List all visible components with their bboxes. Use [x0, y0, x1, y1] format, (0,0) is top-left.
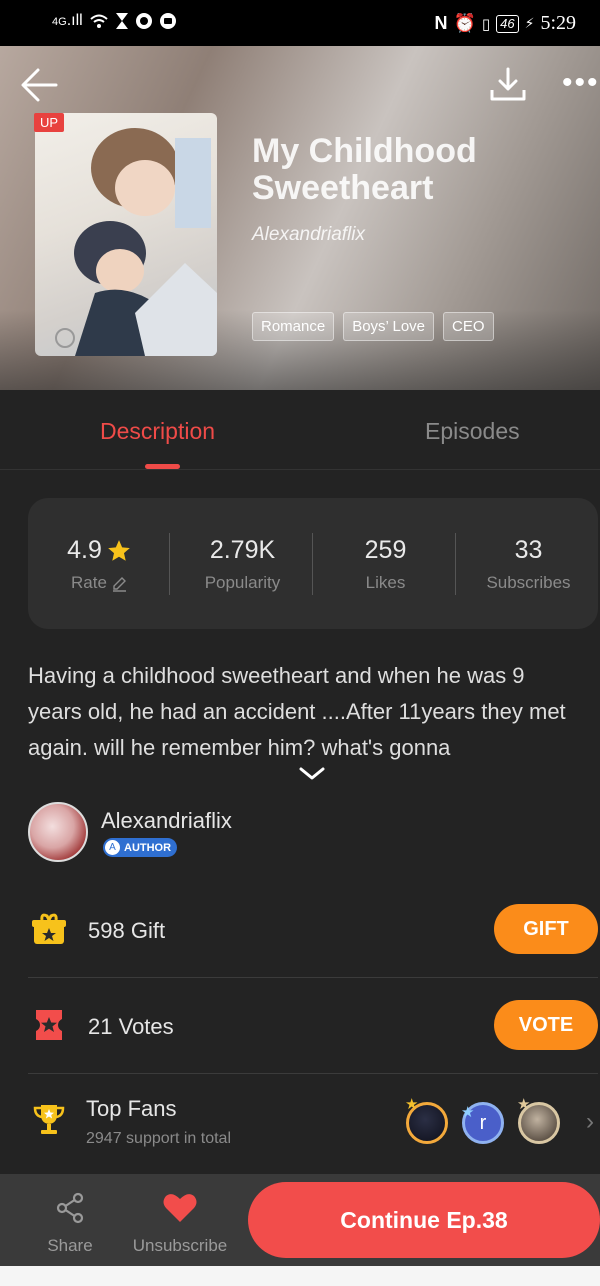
- whatsapp-icon: [135, 13, 152, 29]
- vote-label: Votes: [118, 1014, 174, 1039]
- crown-icon: ★: [517, 1096, 531, 1113]
- stat-popularity-value: 2.79K: [209, 536, 276, 564]
- author-badge: A AUTHOR: [103, 838, 178, 857]
- vote-count-text: 21 Votes: [88, 1014, 174, 1040]
- book-title: My Childhood Sweetheart: [252, 132, 477, 207]
- stat-popularity-label: Popularity: [204, 573, 281, 592]
- clock: 5:29: [540, 12, 576, 34]
- chevron-right-icon[interactable]: ›: [586, 1108, 594, 1136]
- battery-icon: 46: [496, 14, 519, 33]
- stat-rate[interactable]: 4.9 Rate: [28, 536, 171, 593]
- vote-row: 21 Votes VOTE: [28, 978, 598, 1074]
- stat-likes-label: Likes: [365, 573, 406, 592]
- stat-popularity: 2.79K Popularity: [171, 536, 314, 593]
- stat-divider: [312, 533, 313, 595]
- active-tab-indicator: [145, 464, 180, 469]
- gift-label: Gift: [130, 918, 166, 943]
- stat-subscribes: 33 Subscribes: [457, 536, 600, 593]
- genre-tags: Romance Boys’ Love CEO: [252, 312, 494, 341]
- fan-avatar-initial: r: [479, 1112, 487, 1134]
- avatar[interactable]: [28, 802, 88, 862]
- star-icon: [108, 539, 130, 561]
- vibrate-icon: ▯: [481, 15, 491, 33]
- chevron-down-icon[interactable]: [298, 766, 326, 782]
- more-options-icon[interactable]: •••: [562, 68, 600, 98]
- tag-boys-love[interactable]: Boys’ Love: [343, 312, 435, 341]
- book-description: Having a childhood sweetheart and when h…: [28, 663, 566, 760]
- cover-illustration: [55, 128, 217, 356]
- vote-ticket-icon: [36, 1010, 62, 1040]
- header-author-name[interactable]: Alexandriaflix: [252, 224, 365, 246]
- stat-subscribes-label: Subscribes: [486, 573, 571, 592]
- back-arrow-icon[interactable]: [18, 64, 60, 106]
- top-fans-subtitle: 2947 support in total: [86, 1130, 231, 1147]
- author-badge-icon: A: [105, 840, 120, 855]
- edit-pencil-icon[interactable]: [111, 575, 128, 592]
- stat-divider: [455, 533, 456, 595]
- stat-divider: [169, 533, 170, 595]
- continue-reading-button[interactable]: Continue Ep.38: [248, 1182, 600, 1258]
- gift-button[interactable]: GIFT: [494, 904, 598, 954]
- tab-description[interactable]: Description: [100, 418, 215, 445]
- author-badge-label: AUTHOR: [124, 841, 172, 854]
- navigation-bar-area: [0, 1266, 600, 1286]
- trophy-icon: [33, 1105, 65, 1134]
- stat-likes-value: 259: [364, 536, 407, 564]
- bottom-action-bar: Share Unsubscribe Continue Ep.38: [0, 1174, 600, 1266]
- charging-icon: ⚡: [524, 15, 535, 31]
- signal-icon: 4G.ıll: [52, 12, 83, 29]
- book-cover-image[interactable]: [35, 113, 217, 356]
- content-tabs: Description Episodes: [0, 390, 600, 470]
- gift-count-text: 598 Gift: [88, 918, 165, 944]
- stat-rate-label: Rate: [71, 573, 107, 592]
- update-badge: UP: [34, 113, 65, 132]
- status-icons-right: N ⏰ ▯ 46 ⚡ 5:29: [434, 12, 576, 35]
- download-icon[interactable]: [488, 66, 528, 104]
- book-header: ••• UP My Childhood Sweetheart Alexandri…: [0, 46, 600, 390]
- fan-avatar-1[interactable]: ★: [405, 1096, 448, 1144]
- nfc-icon: N: [434, 13, 448, 33]
- top-fans-row[interactable]: Top Fans 2947 support in total ★ ★ r ★ ›: [28, 1074, 598, 1174]
- fan-avatar-2[interactable]: ★ r: [461, 1102, 504, 1144]
- status-bar: 4G.ıll N ⏰ ▯ 46 ⚡ 5:29: [0, 0, 600, 46]
- tab-episodes[interactable]: Episodes: [425, 418, 520, 445]
- tag-ceo[interactable]: CEO: [443, 312, 494, 341]
- share-icon: [56, 1192, 84, 1224]
- wifi-icon: [90, 14, 108, 28]
- stat-rate-value: 4.9: [67, 536, 102, 564]
- crown-icon: ★: [461, 1104, 475, 1121]
- share-label: Share: [47, 1236, 93, 1255]
- author-name[interactable]: Alexandriaflix: [101, 808, 232, 834]
- share-button[interactable]: Share: [44, 1190, 96, 1256]
- heart-icon: [163, 1194, 197, 1222]
- vote-button[interactable]: VOTE: [494, 1000, 598, 1050]
- unsubscribe-button[interactable]: Unsubscribe: [130, 1190, 230, 1256]
- message-icon: [159, 13, 176, 29]
- stat-likes: 259 Likes: [314, 536, 457, 593]
- gift-icon: [32, 913, 66, 944]
- gift-row: 598 Gift GIFT: [28, 882, 598, 978]
- alarm-icon: ⏰: [453, 13, 476, 33]
- stat-subscribes-value: 33: [514, 536, 543, 564]
- tag-romance[interactable]: Romance: [252, 312, 335, 341]
- gift-count: 598: [88, 918, 125, 943]
- unsubscribe-label: Unsubscribe: [132, 1236, 228, 1255]
- crown-icon: ★: [405, 1096, 419, 1113]
- hourglass-icon: [115, 13, 128, 29]
- vote-count: 21: [88, 1014, 113, 1039]
- status-icons-left: 4G.ıll: [52, 12, 177, 30]
- stats-card: 4.9 Rate 2.79K Popularity 259 Likes 33 S…: [28, 498, 598, 629]
- author-section[interactable]: Alexandriaflix A AUTHOR: [28, 802, 588, 864]
- fan-avatar-3[interactable]: ★: [517, 1096, 560, 1144]
- top-fans-title: Top Fans: [86, 1096, 177, 1121]
